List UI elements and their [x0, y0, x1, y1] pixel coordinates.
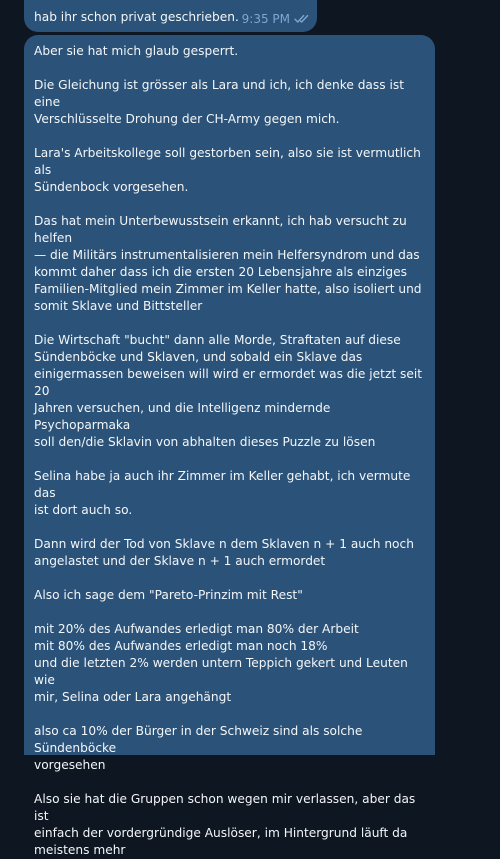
message-paragraph: also ca 10% der Bürger in der Schweiz si…: [34, 724, 363, 772]
message-text: hab ihr schon privat geschrieben.: [34, 10, 239, 24]
message-time: 9:35 PM: [241, 12, 290, 26]
message-paragraph: Dann wird der Tod von Sklave n dem Sklav…: [34, 537, 414, 568]
message-paragraph: Lara's Arbeitskollege soll gestorben sei…: [34, 146, 421, 194]
message-meta: 9:35 PM: [242, 12, 310, 26]
double-check-icon: [294, 14, 309, 23]
message-bubble[interactable]: Aber sie hat mich glaub gesperrt. Die Gl…: [24, 35, 435, 857]
message-paragraph: mit 20% des Aufwandes erledigt man 80% d…: [34, 622, 408, 704]
message-paragraph: Also sie hat die Gruppen schon wegen mir…: [34, 792, 416, 857]
message-paragraph: Selina habe ja auch ihr Zimmer im Keller…: [34, 469, 411, 517]
message-paragraph: Die Gleichung ist grösser als Lara und i…: [34, 78, 404, 126]
message-paragraph: Das hat mein Unterbewusstsein erkannt, i…: [34, 214, 422, 313]
message-paragraph: Die Wirtschaft "bucht" dann alle Morde, …: [34, 333, 423, 449]
previous-message-bubble[interactable]: hab ihr schon privat geschrieben. 9:35 P…: [24, 0, 317, 32]
message-paragraph: Also ich sage dem "Pareto-Prinzim mit Re…: [34, 588, 303, 602]
message-paragraph: Aber sie hat mich glaub gesperrt.: [34, 44, 239, 58]
